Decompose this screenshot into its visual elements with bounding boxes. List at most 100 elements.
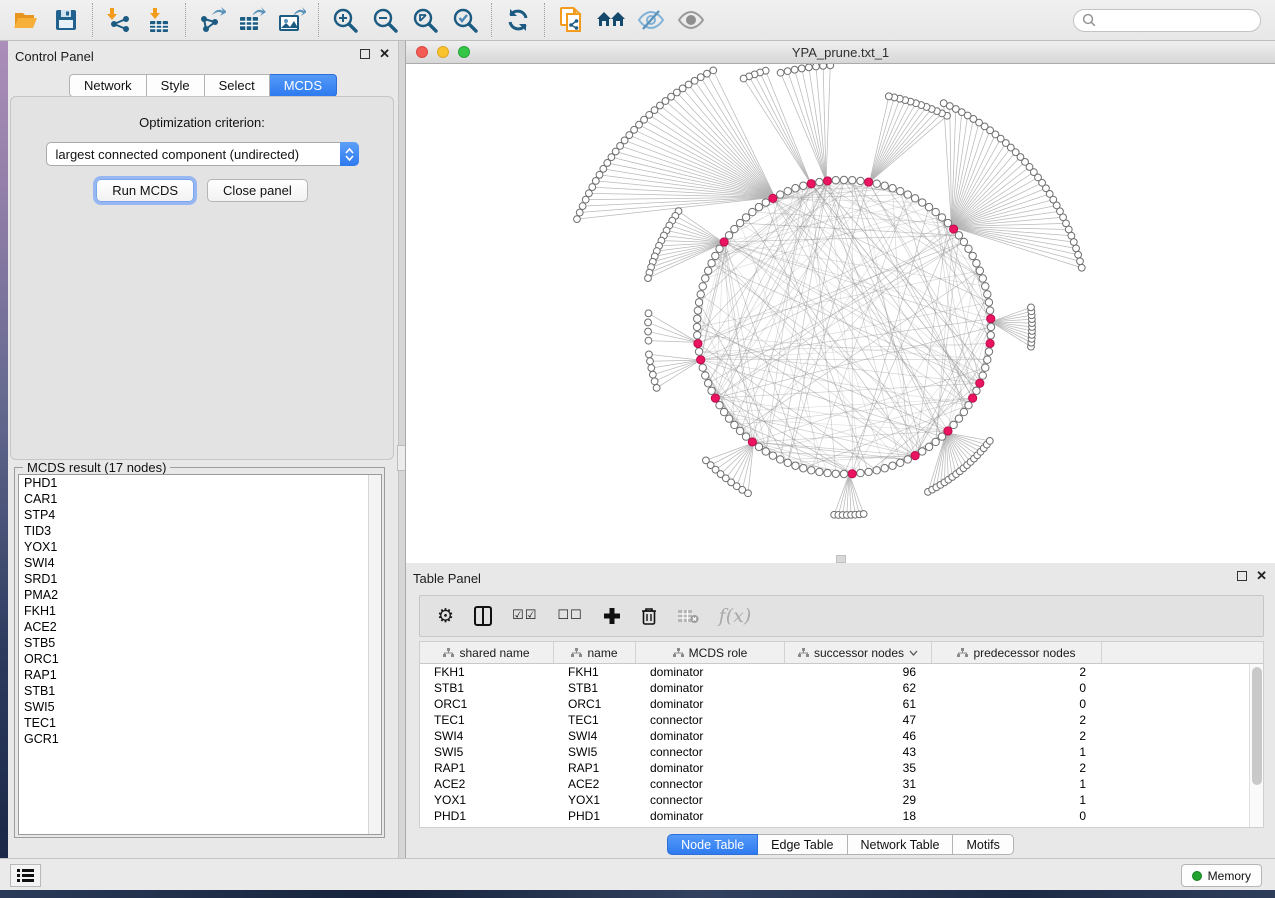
mcds-result-item[interactable]: CAR1 xyxy=(19,491,381,507)
mcds-result-item[interactable]: GCR1 xyxy=(19,731,381,747)
add-column-icon[interactable] xyxy=(603,607,621,625)
graph-node[interactable] xyxy=(965,245,972,252)
graph-node[interactable] xyxy=(645,310,652,317)
tab-network[interactable]: Network xyxy=(69,74,147,97)
tab-motifs[interactable]: Motifs xyxy=(953,834,1013,855)
graph-node[interactable] xyxy=(979,372,986,379)
table-row[interactable]: SWI5SWI5connector431 xyxy=(420,744,1263,760)
graph-node[interactable] xyxy=(695,299,702,306)
graph-node[interactable] xyxy=(755,203,762,210)
graph-node[interactable] xyxy=(849,177,856,184)
graph-node-mcds[interactable] xyxy=(865,178,873,186)
graph-node[interactable] xyxy=(769,452,776,459)
graph-node[interactable] xyxy=(704,380,711,387)
graph-node[interactable] xyxy=(704,267,711,274)
graph-node-mcds[interactable] xyxy=(694,339,702,347)
table-row[interactable]: YOX1YOX1connector291 xyxy=(420,792,1263,808)
graph-node[interactable] xyxy=(824,469,831,476)
graph-node-mcds[interactable] xyxy=(969,394,977,402)
graph-node[interactable] xyxy=(792,185,799,192)
graph-node[interactable] xyxy=(816,178,823,185)
graph-node[interactable] xyxy=(646,351,653,358)
graph-node[interactable] xyxy=(695,348,702,355)
table-row[interactable]: ACE2ACE2connector311 xyxy=(420,776,1263,792)
graph-node[interactable] xyxy=(645,328,652,335)
graph-node[interactable] xyxy=(857,177,864,184)
graph-node-mcds[interactable] xyxy=(911,452,919,460)
graph-node[interactable] xyxy=(965,402,972,409)
graph-node[interactable] xyxy=(860,511,867,518)
graph-node[interactable] xyxy=(873,180,880,187)
mcds-result-item[interactable]: SWI5 xyxy=(19,699,381,715)
graph-node-mcds[interactable] xyxy=(711,394,719,402)
export-table-icon[interactable] xyxy=(232,4,272,36)
graph-node[interactable] xyxy=(832,470,839,477)
graph-node[interactable] xyxy=(694,307,701,314)
tab-edge-table[interactable]: Edge Table xyxy=(758,834,847,855)
column-header-successor-nodes[interactable]: successor nodes xyxy=(785,642,932,663)
graph-node[interactable] xyxy=(742,433,749,440)
graph-node[interactable] xyxy=(865,468,872,475)
graph-node[interactable] xyxy=(699,283,706,290)
hide-selected-icon[interactable] xyxy=(631,4,671,36)
graph-node[interactable] xyxy=(697,74,704,81)
table-row[interactable]: ORC1ORC1dominator610 xyxy=(420,696,1263,712)
graph-node[interactable] xyxy=(731,225,738,232)
graph-node[interactable] xyxy=(932,438,939,445)
graph-node-mcds[interactable] xyxy=(697,356,705,364)
mcds-result-item[interactable]: PMA2 xyxy=(19,587,381,603)
graph-node[interactable] xyxy=(791,66,798,73)
tab-style[interactable]: Style xyxy=(147,74,205,97)
graph-node[interactable] xyxy=(725,415,732,422)
graph-node[interactable] xyxy=(589,184,596,191)
graph-node-mcds[interactable] xyxy=(807,180,815,188)
graph-node[interactable] xyxy=(586,190,593,197)
float-table-panel-icon[interactable] xyxy=(1237,571,1247,581)
graph-node[interactable] xyxy=(716,402,723,409)
graph-node[interactable] xyxy=(704,70,711,77)
table-row[interactable]: STB1STB1dominator620 xyxy=(420,680,1263,696)
graph-node[interactable] xyxy=(1028,304,1035,311)
close-panel-button[interactable]: Close panel xyxy=(207,179,308,202)
mcds-result-item[interactable]: FKH1 xyxy=(19,603,381,619)
zoom-fit-icon[interactable] xyxy=(405,4,445,36)
graph-node[interactable] xyxy=(694,315,701,322)
graph-node[interactable] xyxy=(693,323,700,330)
graph-node[interactable] xyxy=(973,387,980,394)
column-header-predecessor-nodes[interactable]: predecessor nodes xyxy=(932,642,1102,663)
table-row[interactable]: SWI4SWI4dominator462 xyxy=(420,728,1263,744)
graph-node[interactable] xyxy=(651,378,658,385)
graph-node[interactable] xyxy=(984,356,991,363)
graph-node[interactable] xyxy=(938,214,945,221)
graph-node[interactable] xyxy=(777,191,784,198)
graph-node[interactable] xyxy=(904,456,911,463)
graph-node[interactable] xyxy=(716,245,723,252)
graph-node[interactable] xyxy=(645,337,652,344)
graph-node[interactable] xyxy=(904,191,911,198)
graph-node[interactable] xyxy=(691,77,698,84)
graph-node[interactable] xyxy=(579,203,586,210)
graph-node[interactable] xyxy=(755,443,762,450)
graph-node[interactable] xyxy=(1073,245,1080,252)
graph-node[interactable] xyxy=(813,64,820,70)
graph-node[interactable] xyxy=(697,291,704,298)
graph-node[interactable] xyxy=(969,252,976,259)
graph-node[interactable] xyxy=(940,100,947,107)
graph-node[interactable] xyxy=(784,68,791,75)
graph-node[interactable] xyxy=(881,465,888,472)
mcds-result-item[interactable]: TID3 xyxy=(19,523,381,539)
graph-node[interactable] xyxy=(911,195,918,202)
graph-node[interactable] xyxy=(798,65,805,72)
mcds-result-item[interactable]: YOX1 xyxy=(19,539,381,555)
graph-node[interactable] xyxy=(960,408,967,415)
graph-node[interactable] xyxy=(885,93,892,100)
graph-node[interactable] xyxy=(979,275,986,282)
graph-node[interactable] xyxy=(740,75,747,82)
graph-node[interactable] xyxy=(708,387,715,394)
graph-node[interactable] xyxy=(840,176,847,183)
table-row[interactable]: FKH1FKH1dominator962 xyxy=(420,664,1263,680)
graph-node[interactable] xyxy=(857,469,864,476)
graph-node[interactable] xyxy=(938,433,945,440)
export-image-icon[interactable] xyxy=(272,4,312,36)
graph-node[interactable] xyxy=(576,209,583,216)
